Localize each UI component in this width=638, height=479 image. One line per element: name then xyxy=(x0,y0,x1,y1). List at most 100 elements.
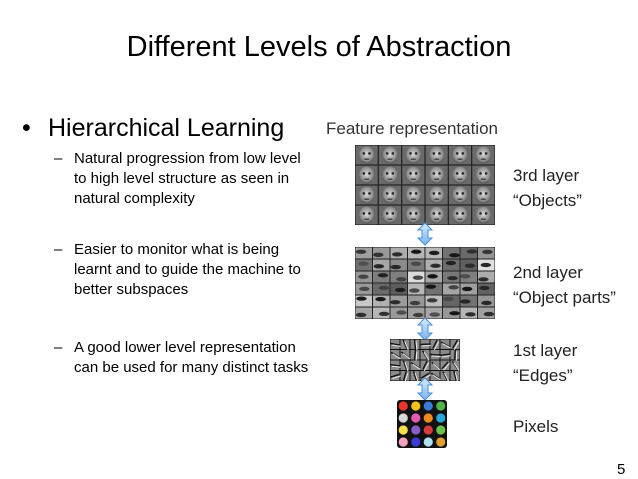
pixel-dot xyxy=(423,413,433,423)
face-eye xyxy=(432,212,436,215)
layer-label-3: 3rd layer “Objects” xyxy=(513,163,582,213)
face-shape xyxy=(475,186,492,204)
layer-label-2: 2nd layer “Object parts” xyxy=(513,260,616,310)
face-eye xyxy=(438,152,441,155)
feature-representation-heading: Feature representation xyxy=(326,119,498,138)
face-eye xyxy=(414,212,418,215)
feature-part xyxy=(355,249,367,254)
face-eye xyxy=(368,172,371,175)
feature-part xyxy=(480,262,492,268)
feature-part xyxy=(394,287,406,293)
face-mouth xyxy=(481,198,486,200)
face-eye xyxy=(479,212,482,215)
feature-part xyxy=(391,252,403,257)
pixel-dot xyxy=(423,401,433,411)
face-eye xyxy=(455,172,459,175)
face-eye xyxy=(484,152,488,155)
face-shape xyxy=(405,146,422,164)
layer-name: Pixels xyxy=(513,417,559,436)
face-shape xyxy=(428,146,445,164)
face-eye xyxy=(391,212,395,215)
face-mouth xyxy=(364,198,369,200)
face-eye xyxy=(414,172,418,175)
main-bullet-text: Hierarchical Learning xyxy=(48,114,285,142)
first-layer-features-grid xyxy=(390,339,460,382)
face-eye xyxy=(385,152,389,155)
feature-part xyxy=(460,274,471,279)
layer-label-1: 1st layer “Edges” xyxy=(513,338,577,388)
face-eye xyxy=(362,172,366,175)
feature-part xyxy=(355,312,367,318)
face-shape xyxy=(405,206,422,224)
face-shape xyxy=(452,146,468,164)
face-eye xyxy=(455,152,459,155)
subpoint-text: Natural progression from low level to hi… xyxy=(74,150,301,207)
feature-part xyxy=(466,249,478,254)
edge-stroke xyxy=(413,339,417,350)
pixels-grid xyxy=(397,400,447,448)
feature-part xyxy=(479,285,490,291)
face-shape xyxy=(428,206,445,224)
feature-part xyxy=(465,312,476,317)
face-eye xyxy=(461,172,465,175)
face-eye xyxy=(461,212,465,215)
face-shape xyxy=(452,166,468,184)
face-mouth xyxy=(457,218,463,220)
face-eye xyxy=(484,212,488,215)
feature-part xyxy=(356,296,367,301)
face-mouth xyxy=(387,218,393,220)
face-eye xyxy=(362,152,366,155)
dash-marker: – xyxy=(54,339,63,356)
layer-description: “Objects” xyxy=(513,191,582,210)
face-shape xyxy=(358,206,375,224)
feature-hierarchy-figure xyxy=(355,145,495,448)
feature-part xyxy=(396,277,407,282)
edge-stroke xyxy=(413,349,417,360)
face-eye xyxy=(409,152,412,155)
feature-part xyxy=(375,296,386,302)
face-mouth xyxy=(434,158,439,160)
pixel-dot xyxy=(398,413,408,423)
feature-part xyxy=(396,310,407,315)
face-shape xyxy=(382,166,398,184)
feature-part xyxy=(447,275,458,281)
feature-part xyxy=(483,311,495,317)
face-shape xyxy=(358,146,375,164)
up-down-arrow-icon xyxy=(416,317,434,341)
feature-part xyxy=(409,288,420,293)
feature-part xyxy=(358,261,369,266)
face-eye xyxy=(455,192,459,195)
face-mouth xyxy=(434,218,439,220)
face-mouth xyxy=(481,178,486,180)
face-shape xyxy=(428,186,445,204)
subpoint-2: – Easier to monitor what is being learnt… xyxy=(54,240,312,300)
pixel-dot xyxy=(398,437,408,447)
face-shape xyxy=(382,186,398,204)
face-mouth xyxy=(387,198,393,200)
face-mouth xyxy=(434,178,439,180)
face-eye xyxy=(414,192,418,195)
pixel-dot xyxy=(411,401,421,411)
face-shape xyxy=(475,206,492,224)
dash-marker: – xyxy=(54,150,63,167)
face-eye xyxy=(368,152,371,155)
face-eye xyxy=(409,192,412,195)
pixel-dot xyxy=(436,425,446,435)
feature-part xyxy=(481,300,492,306)
face-shape xyxy=(358,186,375,204)
face-mouth xyxy=(364,158,369,160)
pixel-dot xyxy=(423,425,433,435)
pixel-dot xyxy=(411,413,421,423)
face-eye xyxy=(362,192,366,195)
face-eye xyxy=(484,172,488,175)
feature-part xyxy=(425,284,437,289)
edge-stroke-light xyxy=(431,355,442,358)
face-eye xyxy=(385,212,389,215)
face-eye xyxy=(409,212,412,215)
face-eye xyxy=(391,192,395,195)
feature-part xyxy=(377,273,389,278)
face-eye xyxy=(432,192,436,195)
face-mouth xyxy=(434,198,439,200)
face-eye xyxy=(455,212,459,215)
face-eye xyxy=(362,212,366,215)
